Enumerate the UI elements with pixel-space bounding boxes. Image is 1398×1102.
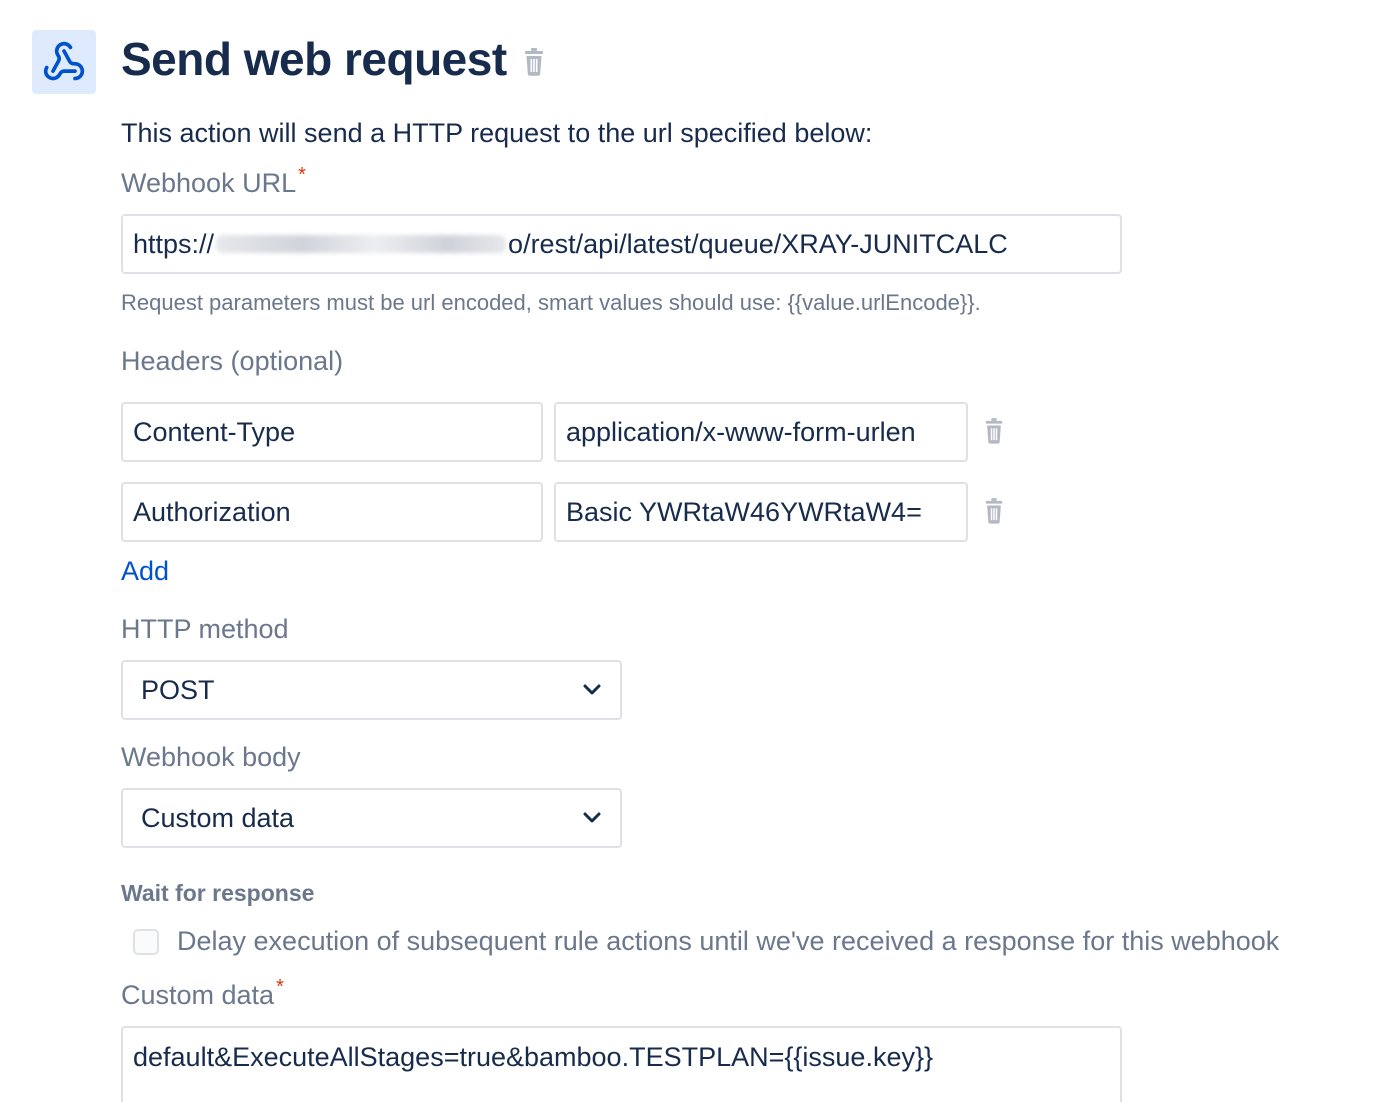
- webhook-url-label-text: Webhook URL: [121, 168, 297, 198]
- custom-data-textarea[interactable]: default&ExecuteAllStages=true&bamboo.TES…: [121, 1026, 1122, 1102]
- http-method-label: HTTP method: [121, 614, 289, 644]
- custom-data-label: Custom data *: [121, 976, 284, 1011]
- chevron-down-icon: [583, 812, 601, 823]
- delete-header-trash-icon[interactable]: [983, 496, 1005, 526]
- webhook-body-label: Webhook body: [121, 742, 301, 772]
- webhook-url-label: Webhook URL *: [121, 164, 306, 199]
- delay-execution-label[interactable]: Delay execution of subsequent rule actio…: [177, 926, 1279, 957]
- webhook-url-prefix: https://: [133, 228, 215, 259]
- webhook-url-input[interactable]: https:// o/rest/api/latest/queue/XRAY-JU…: [121, 214, 1122, 274]
- page-title: Send web request: [121, 33, 507, 85]
- http-method-select[interactable]: POST: [121, 660, 622, 720]
- header-value-input-1[interactable]: application/x-www-form-urlen: [554, 402, 968, 462]
- header-value-input-2[interactable]: Basic YWRtaW46YWRtaW4=: [554, 482, 968, 542]
- chevron-down-icon: [583, 684, 601, 695]
- redacted-host: [216, 235, 507, 253]
- required-mark: *: [276, 976, 284, 998]
- header-key-input-1[interactable]: Content-Type: [121, 402, 543, 462]
- webhook-icon: [43, 41, 85, 81]
- webhook-url-hint: Request parameters must be url encoded, …: [121, 290, 981, 315]
- headers-label: Headers (optional): [121, 346, 344, 376]
- action-description: This action will send a HTTP request to …: [121, 118, 873, 148]
- custom-data-label-text: Custom data: [121, 980, 275, 1010]
- webhook-action-icon-box: [32, 30, 96, 94]
- webhook-body-value: Custom data: [141, 802, 295, 833]
- delete-header-trash-icon[interactable]: [983, 416, 1005, 446]
- header-key-input-2[interactable]: Authorization: [121, 482, 543, 542]
- delete-action-trash-icon[interactable]: [522, 47, 546, 77]
- required-mark: *: [298, 164, 306, 186]
- webhook-body-select[interactable]: Custom data: [121, 788, 622, 848]
- delay-execution-checkbox[interactable]: [133, 929, 159, 955]
- http-method-value: POST: [141, 674, 215, 705]
- add-header-link[interactable]: Add: [121, 556, 169, 587]
- webhook-url-suffix: o/rest/api/latest/queue/XRAY-JUNITCALC: [508, 228, 1008, 259]
- wait-for-response-title: Wait for response: [121, 880, 315, 906]
